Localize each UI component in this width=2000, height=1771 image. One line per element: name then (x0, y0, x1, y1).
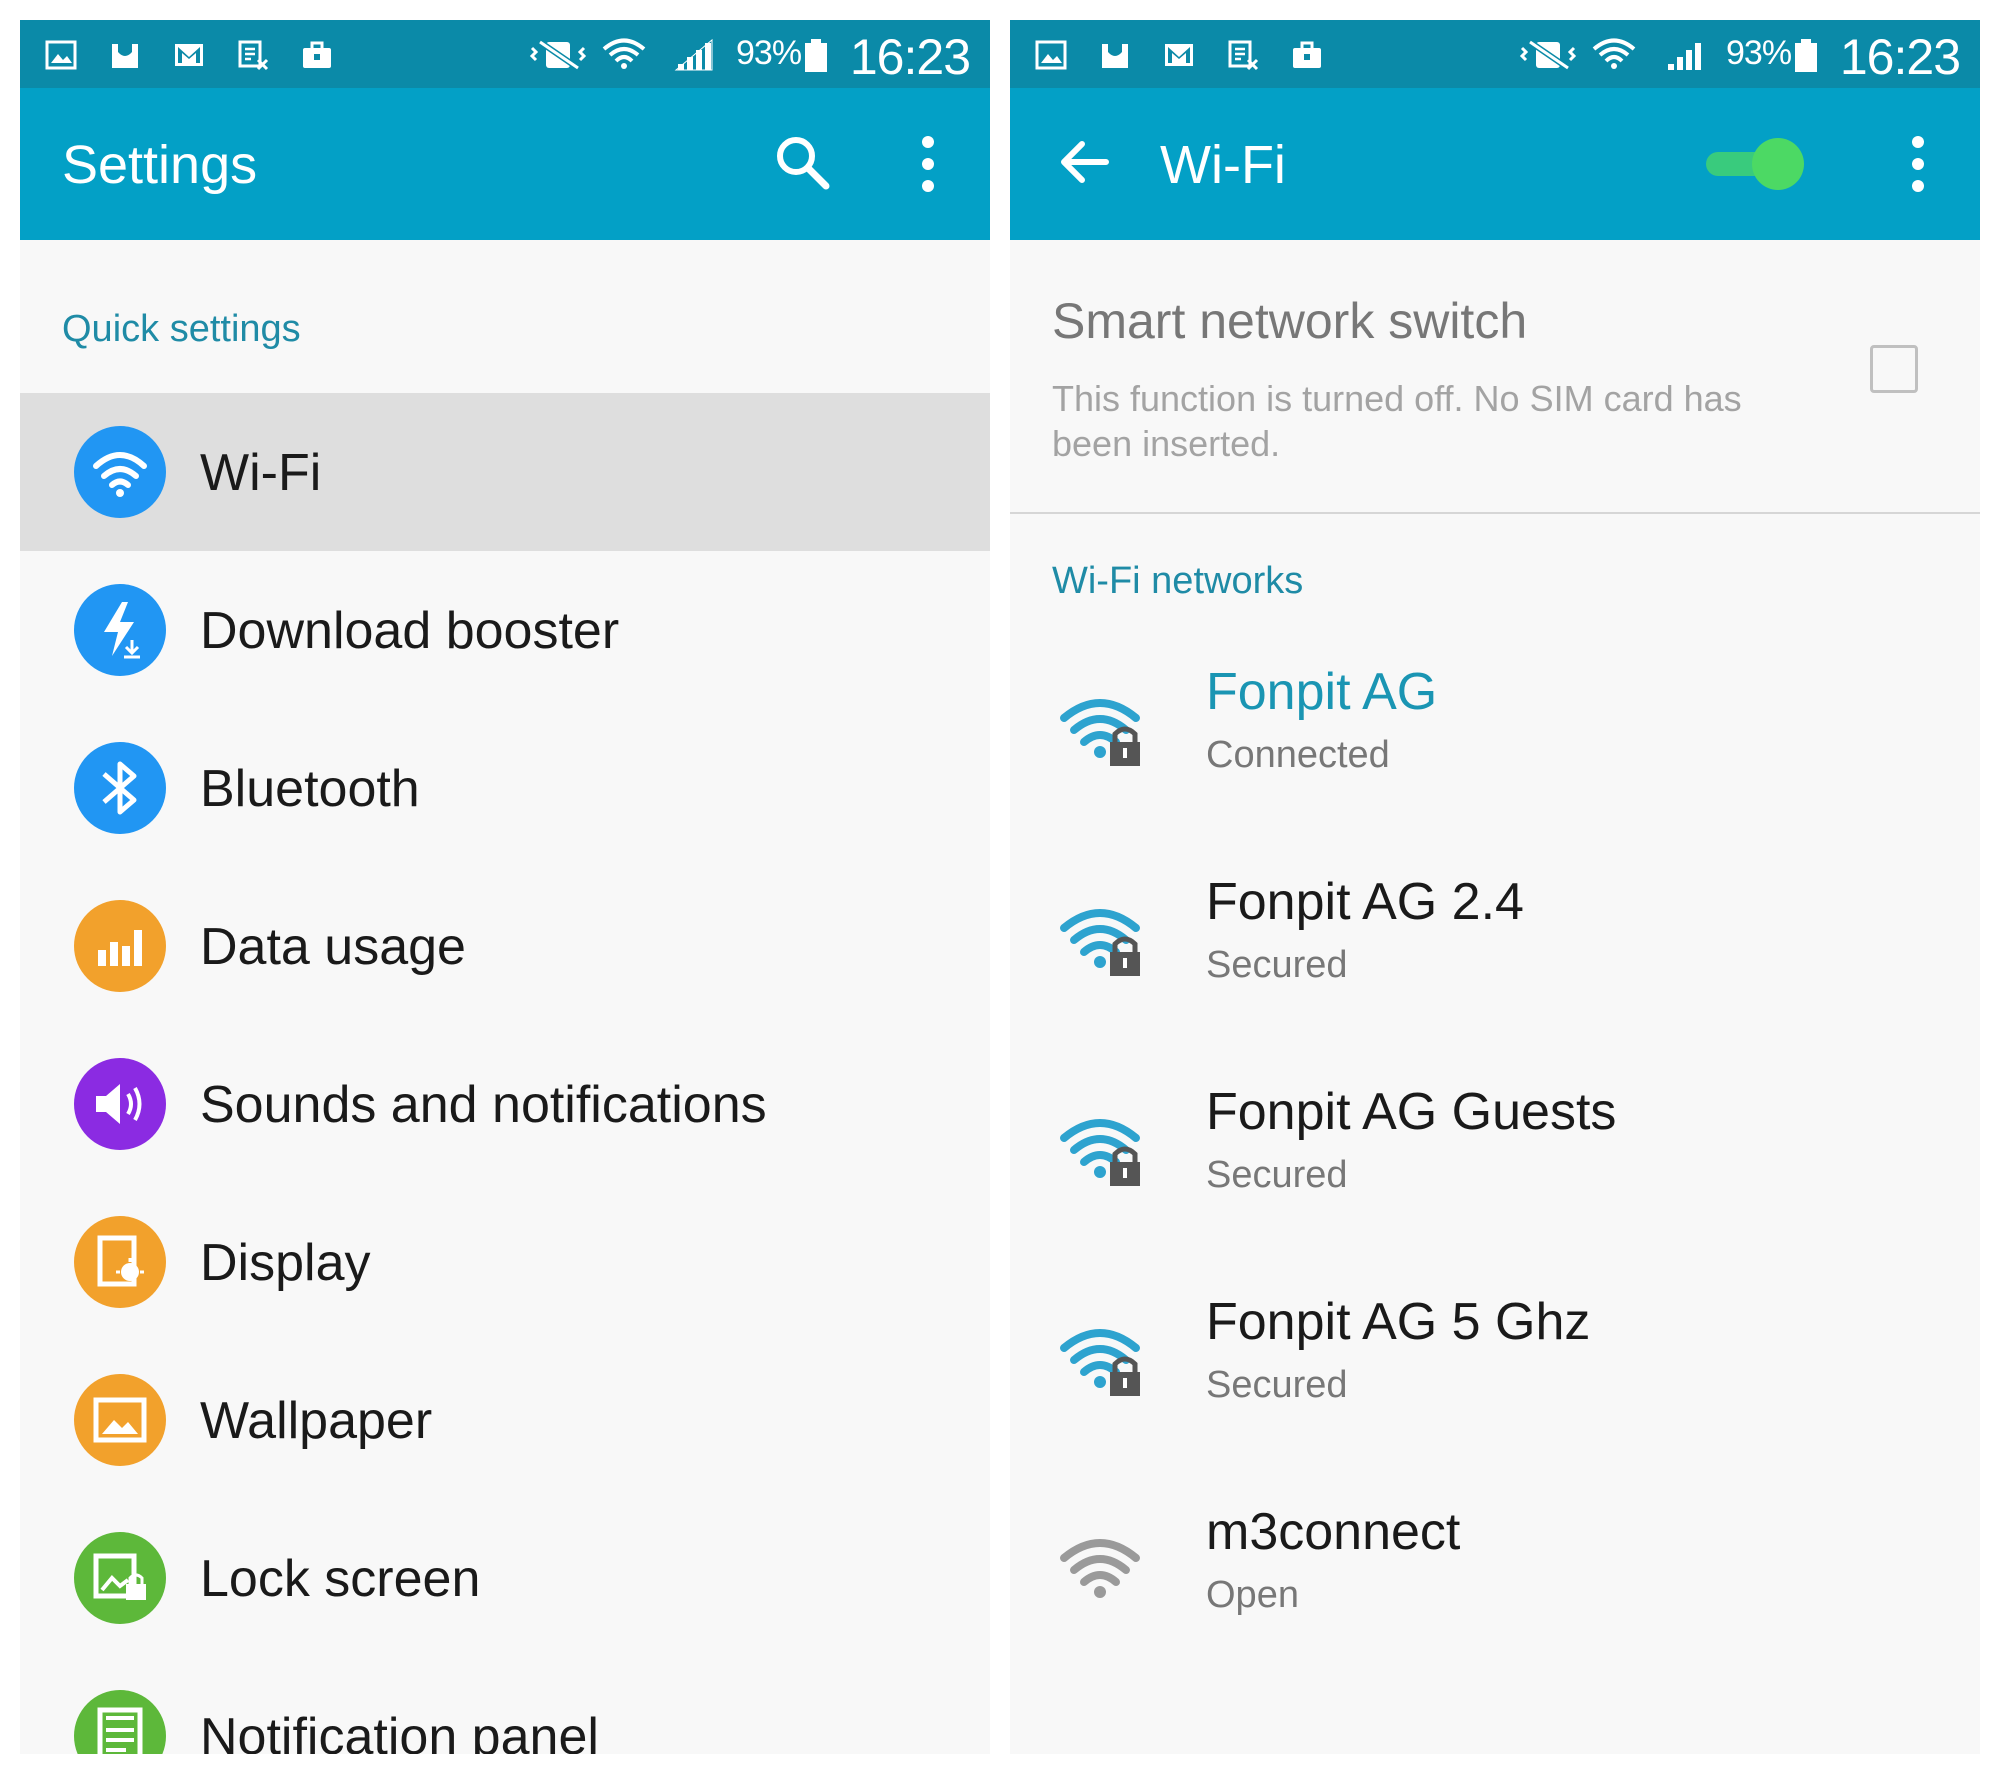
galaxy-apps-icon (1098, 38, 1132, 72)
more-vert-icon (922, 136, 934, 192)
bluetooth-icon (74, 742, 166, 834)
battery-percent: 93% (1726, 34, 1792, 72)
section-header-wifi-networks: Wi-Fi networks (1052, 560, 1304, 602)
setting-item-download-booster[interactable]: Download booster (20, 551, 990, 709)
status-bar: 93% 16:23 (20, 20, 990, 88)
wifi-status-icon (1592, 38, 1636, 72)
divider (1010, 512, 1980, 514)
signal-icon (672, 38, 716, 72)
overflow-menu-button[interactable] (920, 134, 936, 194)
gmail-icon (172, 38, 206, 72)
wifi-toggle[interactable] (1700, 134, 1810, 194)
galaxy-apps-icon (108, 38, 142, 72)
page-title: Settings (62, 135, 258, 195)
wifi-status-icon (602, 38, 646, 72)
vibrate-icon (1518, 38, 1578, 72)
more-vert-icon (1912, 136, 1924, 192)
network-status: Secured (1206, 1364, 1348, 1406)
search-button[interactable] (772, 132, 832, 192)
battery-icon (802, 38, 830, 72)
section-header-quick-settings: Quick settings (62, 308, 301, 350)
setting-label: Notification panel (200, 1708, 599, 1754)
setting-item-sounds[interactable]: Sounds and notifications (20, 1025, 990, 1183)
setting-item-bluetooth[interactable]: Bluetooth (20, 709, 990, 867)
battery-percent: 93% (736, 34, 802, 72)
setting-item-wallpaper[interactable]: Wallpaper (20, 1341, 990, 1499)
tasks-icon (236, 38, 270, 72)
signal-icon (1662, 38, 1706, 72)
wifi-screen: 93% 16:23 Wi-Fi Smart network switch Thi… (1010, 20, 1980, 1754)
setting-label: Lock screen (200, 1550, 481, 1608)
network-item-fonpit-ag-2-4[interactable]: Fonpit AG 2.4 Secured (1010, 870, 1980, 1080)
briefcase-icon (300, 38, 334, 72)
network-item-fonpit-ag[interactable]: Fonpit AG Connected (1010, 660, 1980, 870)
toggle-switch-icon (1706, 138, 1804, 190)
network-status: Connected (1206, 734, 1390, 776)
setting-label: Wi-Fi (200, 444, 322, 502)
settings-screen: 93% 16:23 Settings Quick settings Wi-Fi … (20, 20, 990, 1754)
settings-list: Wi-Fi Download booster Bluetooth Data us… (20, 393, 990, 1754)
smart-network-switch-title: Smart network switch (1052, 293, 1528, 349)
app-bar: Settings (20, 88, 990, 240)
network-status: Secured (1206, 944, 1348, 986)
setting-label: Download booster (200, 602, 620, 660)
lock-screen-icon (74, 1532, 166, 1624)
tasks-icon (1226, 38, 1260, 72)
clock: 16:23 (849, 29, 971, 85)
wifi-secured-icon (1058, 1110, 1148, 1190)
setting-label: Data usage (200, 918, 466, 976)
smart-network-switch-row[interactable]: Smart network switch This function is tu… (1010, 240, 1980, 510)
setting-label: Wallpaper (200, 1392, 433, 1450)
setting-item-display[interactable]: Display (20, 1183, 990, 1341)
smart-network-switch-checkbox[interactable] (1870, 345, 1918, 393)
notification-panel-icon (74, 1690, 166, 1754)
wifi-icon (74, 426, 166, 518)
page-title: Wi-Fi (1160, 135, 1286, 195)
briefcase-icon (1290, 38, 1324, 72)
network-item-fonpit-ag-guests[interactable]: Fonpit AG Guests Secured (1010, 1080, 1980, 1290)
network-item-fonpit-ag-5ghz[interactable]: Fonpit AG 5 Ghz Secured (1010, 1290, 1980, 1500)
wallpaper-icon (74, 1374, 166, 1466)
battery-icon (1792, 38, 1820, 72)
gallery-icon (44, 38, 78, 72)
setting-item-lock-screen[interactable]: Lock screen (20, 1499, 990, 1657)
back-button[interactable] (1058, 136, 1110, 188)
wifi-secured-icon (1058, 690, 1148, 770)
wifi-secured-icon (1058, 900, 1148, 980)
gallery-icon (1034, 38, 1068, 72)
smart-network-switch-description: This function is turned off. No SIM card… (1052, 378, 1742, 464)
network-item-m3connect[interactable]: m3connect Open (1010, 1500, 1980, 1710)
clock: 16:23 (1839, 29, 1961, 85)
vibrate-icon (528, 38, 588, 72)
wifi-secured-icon (1058, 1320, 1148, 1400)
app-bar: Wi-Fi (1010, 88, 1980, 240)
network-name: Fonpit AG (1206, 663, 1438, 721)
download-booster-icon (74, 584, 166, 676)
setting-item-wifi[interactable]: Wi-Fi (20, 393, 990, 551)
display-icon (74, 1216, 166, 1308)
network-name: Fonpit AG 2.4 (1206, 873, 1524, 931)
network-name: Fonpit AG Guests (1206, 1083, 1617, 1141)
setting-label: Display (200, 1234, 371, 1292)
network-status: Open (1206, 1574, 1299, 1616)
setting-label: Sounds and notifications (200, 1076, 767, 1134)
wifi-open-icon (1058, 1530, 1148, 1610)
data-usage-icon (74, 900, 166, 992)
gmail-icon (1162, 38, 1196, 72)
back-arrow-icon (1061, 141, 1109, 183)
network-name: m3connect (1206, 1503, 1461, 1561)
sound-icon (74, 1058, 166, 1150)
wifi-network-list: Fonpit AG Connected Fonpit AG 2.4 Secure… (1010, 660, 1980, 1710)
setting-label: Bluetooth (200, 760, 420, 818)
setting-item-notification-panel[interactable]: Notification panel (20, 1657, 990, 1754)
status-bar: 93% 16:23 (1010, 20, 1980, 88)
overflow-menu-button[interactable] (1910, 134, 1926, 194)
setting-item-data-usage[interactable]: Data usage (20, 867, 990, 1025)
network-name: Fonpit AG 5 Ghz (1206, 1293, 1591, 1351)
network-status: Secured (1206, 1154, 1348, 1196)
search-icon (777, 137, 830, 190)
